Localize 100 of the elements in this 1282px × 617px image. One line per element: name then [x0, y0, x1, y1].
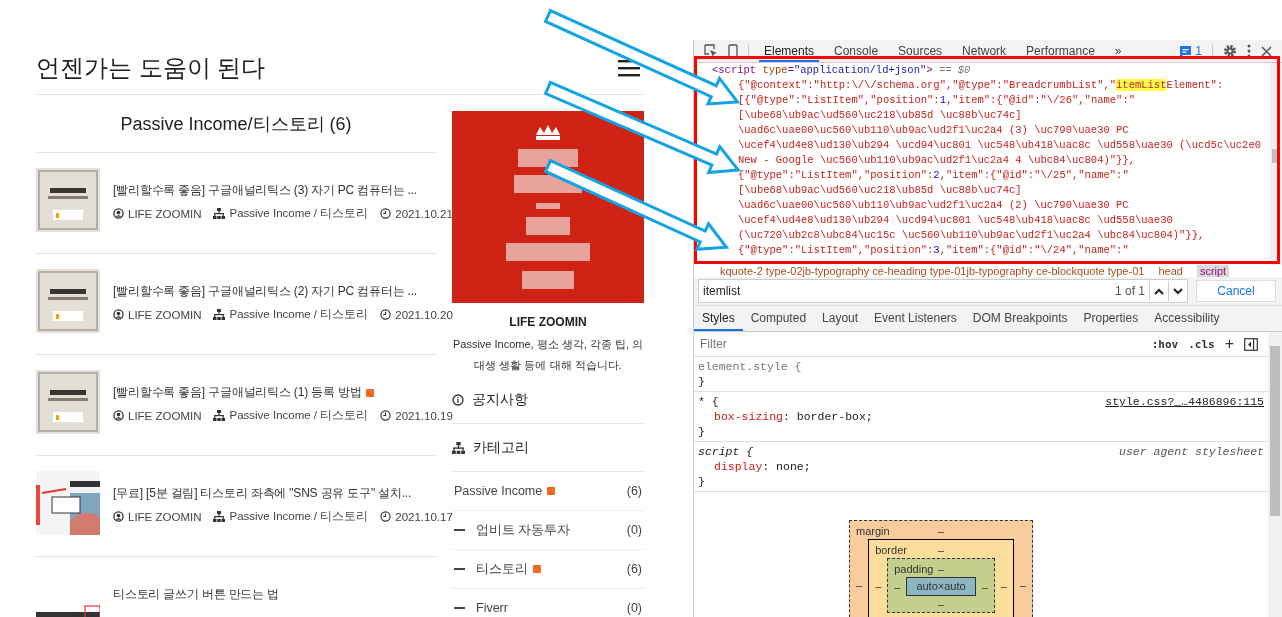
post-category[interactable]: Passive Income / 티스토리: [229, 206, 369, 221]
post-title[interactable]: [빨리할수록 좋음] 구글애널리틱스 (3) 자기 PC 컴퓨터는 ...: [113, 182, 417, 199]
section-heading: 카테고리: [473, 438, 529, 457]
styles-tab[interactable]: Properties: [1075, 306, 1147, 331]
category-count: (6): [626, 562, 642, 576]
hover-state-button[interactable]: :hov: [1151, 337, 1179, 351]
code-line: {"@type":"ListItem","position":2,"item":{"@id":"\/25","name":": [738, 169, 1129, 181]
clock-icon: [380, 208, 392, 219]
post-category[interactable]: Passive Income / 티스토리: [229, 509, 369, 524]
post-category[interactable]: Passive Income / 티스토리: [229, 408, 369, 423]
devtools-tab[interactable]: Network: [957, 40, 1012, 62]
device-icon[interactable]: [728, 44, 738, 58]
box-value: –: [937, 563, 945, 575]
message-icon: [1179, 44, 1193, 58]
code-line: {"@type":"ListItem","position":3,"item":{"@id":"\/24","name":": [738, 244, 1129, 256]
css-declaration[interactable]: box-sizing: border-box;: [698, 409, 1264, 424]
inspect-icon[interactable]: [704, 44, 718, 58]
category-link[interactable]: Fiverr: [476, 601, 508, 615]
code-line: \uad6c\uae00\uc560\ub110\ub9ac\ud2f1\uc2a4 (3) \uc790\uae30 PC: [738, 124, 1129, 136]
profile-description: Passive Income, 평소 생각, 각종 팁, 의대생 생활 등에 대해 적습니다.: [452, 337, 644, 373]
post-title[interactable]: [빨리할수록 좋음] 구글애널리틱스 (2) 자기 PC 컴퓨터는 ...: [113, 283, 417, 300]
category-count: (6): [626, 484, 642, 498]
box-value: –: [937, 525, 945, 537]
sitemap-icon: [213, 511, 226, 522]
user-icon: [113, 410, 124, 421]
breadcrumb-item[interactable]: kquote-2 type-02jb-typography ce-heading type-01jb-typography ce-blockquote type-01: [720, 265, 1145, 277]
breadcrumb-item[interactable]: script: [1196, 265, 1230, 277]
styles-tab[interactable]: DOM Breakpoints: [964, 306, 1076, 331]
post-date: 2021.10.17: [395, 510, 453, 523]
category-count: (0): [626, 523, 642, 537]
user-icon: [113, 208, 124, 219]
code-line: \ucef4\ud4e8\ud130\ub294 \ucd94\uc801 \uc548\ub418\uac8c \ud558\uae30: [738, 214, 1173, 226]
box-value: –: [981, 580, 988, 593]
post-date: 2021.10.21: [395, 207, 453, 220]
box-label: border: [875, 544, 907, 556]
post-title[interactable]: [빨리할수록 좋음] 구글애널리틱스 (1) 등록 방법: [113, 384, 362, 401]
css-declaration[interactable]: display: none;: [698, 459, 1264, 474]
class-button[interactable]: .cls: [1188, 337, 1215, 351]
css-selector: element.style {: [698, 359, 802, 374]
devtools-tab[interactable]: Sources: [893, 40, 948, 62]
styles-tab[interactable]: Computed: [742, 306, 815, 331]
post-category[interactable]: Passive Income / 티스토리: [229, 307, 369, 322]
box-value: –: [894, 580, 901, 593]
code-line: [{"@type":"ListItem","position":1,"item":{"@id":"\/26","name":": [738, 94, 1135, 106]
breadcrumb-item[interactable]: head: [1158, 265, 1183, 277]
search-highlight: itemList: [1116, 79, 1167, 91]
post-title[interactable]: 티스토리 글쓰기 버튼 만드는 법: [113, 586, 279, 603]
box-label: margin: [856, 525, 890, 537]
cancel-button[interactable]: Cancel: [1196, 280, 1276, 302]
dash-icon: [454, 529, 465, 531]
post-date: 2021.10.20: [395, 308, 453, 321]
more-icon[interactable]: [1247, 44, 1251, 58]
caret-up-icon: [1154, 287, 1164, 295]
user-icon: [113, 309, 124, 320]
profile-name: LIFE ZOOMIN: [508, 315, 588, 329]
box-value: –: [856, 578, 863, 591]
styles-tab[interactable]: Event Listeners: [866, 306, 965, 331]
stylesheet-link[interactable]: style.css?_…4486896:115: [1105, 394, 1264, 409]
scrollbar[interactable]: [1268, 332, 1282, 617]
post-author: LIFE ZOOMIN: [128, 510, 202, 523]
info-icon: [452, 393, 464, 406]
category-link[interactable]: Passive Income: [454, 484, 543, 498]
code-line: <script type="application/ld+json"> == $0: [712, 64, 971, 76]
sidebar-toggle-icon[interactable]: [1244, 337, 1258, 351]
css-selector: * {: [698, 394, 719, 409]
post-author: LIFE ZOOMIN: [128, 308, 202, 321]
code-line: New - Google \uc560\ub110\ub9ac\ud2f1\uc2a4 4 \ubc84\uc804)"}},: [738, 154, 1135, 166]
more-tabs-button[interactable]: »: [1109, 40, 1127, 62]
messages-button[interactable]: 1: [1179, 44, 1202, 58]
styles-tab[interactable]: Layout: [814, 306, 867, 331]
post-date: 2021.10.19: [395, 409, 453, 422]
box-label: padding: [894, 563, 934, 575]
close-icon[interactable]: [1261, 45, 1272, 57]
code-line: [\ube68\ub9ac\ud560\uc218\ub85d \uc88b\uc74c]: [738, 184, 1022, 196]
box-value: –: [875, 579, 882, 592]
settings-icon[interactable]: [1223, 44, 1237, 58]
sitemap-icon: [213, 309, 226, 320]
category-link[interactable]: 업비트 자동투자: [476, 521, 571, 539]
styles-tab[interactable]: Accessibility: [1146, 306, 1228, 331]
match-count: 1 of 1: [1114, 284, 1145, 298]
devtools-tab[interactable]: Console: [829, 40, 884, 62]
post-author: LIFE ZOOMIN: [128, 207, 202, 220]
box-value: –: [1019, 578, 1026, 591]
clock-icon: [380, 511, 392, 522]
sitemap-icon: [213, 208, 226, 219]
closing-brace: }: [698, 374, 705, 389]
section-heading[interactable]: 공지사항: [472, 390, 528, 409]
closing-brace: }: [698, 424, 705, 439]
box-value: –: [937, 598, 945, 610]
site-title[interactable]: 언젠가는 도움이 된다: [36, 52, 266, 84]
post-title[interactable]: [무료] [5분 걸림] 티스토리 좌측에 "SNS 공유 도구" 설치...: [113, 485, 412, 502]
new-rule-button[interactable]: +: [1224, 335, 1234, 353]
devtools-tab[interactable]: Performance: [1021, 40, 1100, 62]
caret-down-icon: [1173, 287, 1183, 295]
styles-tab[interactable]: Styles: [694, 306, 743, 331]
search-field[interactable]: itemlist 1 of 1: [698, 279, 1188, 303]
category-count: (0): [626, 601, 642, 615]
code-line: \ucef4\ud4e8\ud130\ub294 \ucd94\uc801 \uc548\ub418\uac8c \ud558\uae30 (\ucd5c\uc2e0: [738, 139, 1261, 151]
content-box: auto×auto: [906, 577, 976, 596]
category-link[interactable]: 티스토리: [476, 560, 528, 578]
